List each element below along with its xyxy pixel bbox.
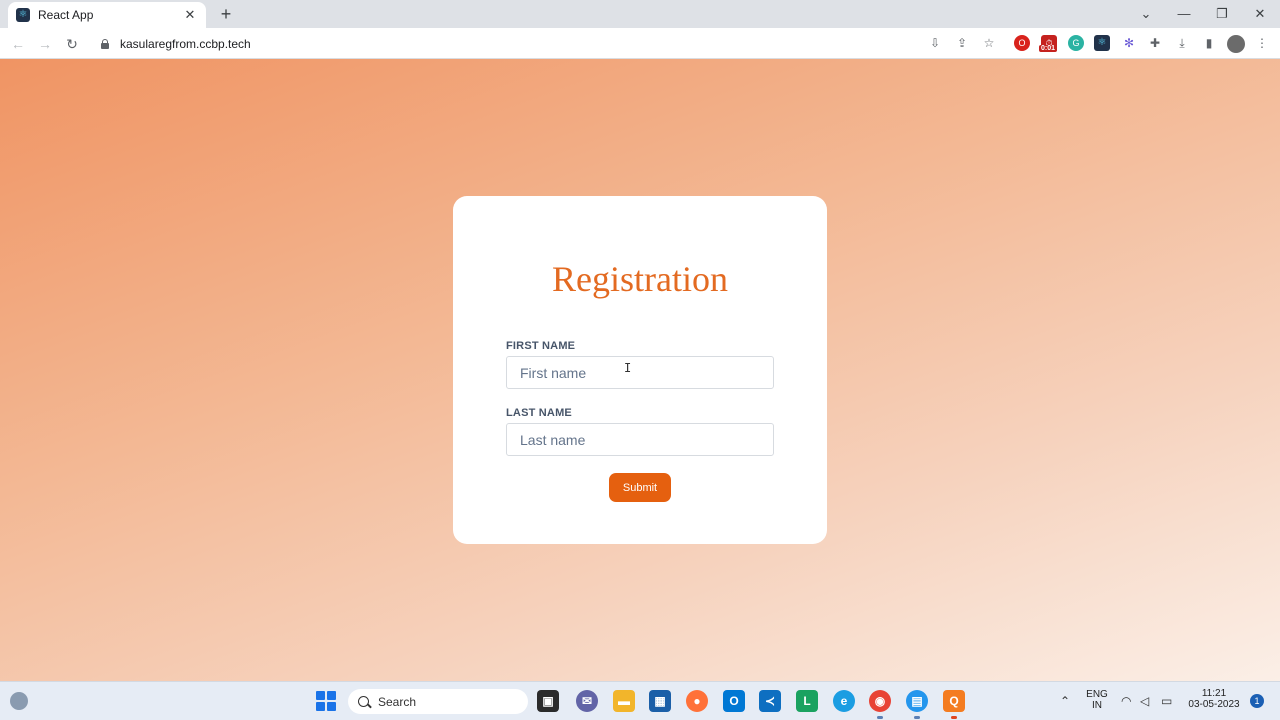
opera-extension-icon[interactable]: O xyxy=(1014,35,1030,51)
microsoft-store-icon[interactable]: ▦ xyxy=(649,690,671,712)
react-favicon-icon: ⚛ xyxy=(16,8,30,22)
browser-tab-strip: ⚛ React App ✕ + ⌄ — ❐ ✕ xyxy=(0,0,1280,28)
clock[interactable]: 11:21 03-05-2023 xyxy=(1183,688,1245,710)
clock-time: 11:21 xyxy=(1201,688,1227,699)
chrome-active-indicator xyxy=(877,716,883,719)
submit-button[interactable]: Submit xyxy=(609,473,671,502)
react-devtools-icon[interactable]: ⚛ xyxy=(1094,35,1110,51)
taskbar-search-label: Search xyxy=(378,694,417,709)
docker-icon[interactable]: ▤ xyxy=(906,690,928,712)
install-app-icon[interactable]: ⇩ xyxy=(927,35,943,51)
firefox-icon[interactable]: ● xyxy=(686,690,708,712)
extensions-puzzle-icon[interactable]: ✚ xyxy=(1147,35,1163,51)
vscode-icon[interactable]: ≺ xyxy=(759,690,781,712)
start-button[interactable] xyxy=(316,691,336,711)
notification-badge[interactable]: 1 xyxy=(1250,694,1264,708)
outlook-icon[interactable]: O xyxy=(723,690,745,712)
browser-menu-icon[interactable]: ⋮ xyxy=(1254,35,1270,51)
volume-icon[interactable]: ◁ xyxy=(1140,694,1149,708)
forward-button[interactable]: → xyxy=(34,33,56,55)
restore-button[interactable]: ❐ xyxy=(1203,0,1241,28)
form-heading: Registration xyxy=(552,259,728,299)
q-app-active-indicator xyxy=(951,716,957,719)
show-hidden-icons-chevron-icon[interactable]: ⌃ xyxy=(1060,694,1070,708)
downloads-icon[interactable]: ⤓ xyxy=(1174,35,1190,51)
grammar-extension-icon[interactable]: G xyxy=(1068,35,1084,51)
chat-icon[interactable]: ✉ xyxy=(576,690,598,712)
timer-badge: 0:01 xyxy=(1039,45,1058,52)
page-background: Registration FIRST NAME LAST NAME Submit xyxy=(0,59,1280,681)
task-view-icon[interactable]: ▣ xyxy=(537,690,559,712)
l-app-icon[interactable]: L xyxy=(796,690,818,712)
lock-icon xyxy=(100,39,110,49)
browser-toolbar: ← → ↻ kasularegfrom.ccbp.tech ⇩ ⇪ ☆ O ⏱ … xyxy=(0,28,1280,59)
last-name-label: LAST NAME xyxy=(506,407,572,419)
tab-title: React App xyxy=(38,8,94,22)
docker-active-indicator xyxy=(914,716,920,719)
clock-date: 03-05-2023 xyxy=(1188,699,1240,710)
close-tab-icon[interactable]: ✕ xyxy=(182,7,198,23)
language-code: ENG xyxy=(1086,689,1108,700)
file-explorer-icon[interactable]: ▬ xyxy=(613,690,635,712)
wifi-icon[interactable]: ◠ xyxy=(1121,694,1131,708)
tab-search-chevron-icon[interactable]: ⌄ xyxy=(1127,0,1165,28)
back-button[interactable]: ← xyxy=(7,33,29,55)
search-icon xyxy=(358,696,369,707)
text-cursor-icon: I xyxy=(624,361,632,375)
weather-widget-icon[interactable] xyxy=(10,692,28,710)
edge-icon[interactable]: e xyxy=(833,690,855,712)
taskbar: Search ▣ ✉ ▬ ▦ ● O ≺ L e ◉ ▤ Q ⌃ ENG IN … xyxy=(0,681,1280,720)
last-name-input[interactable] xyxy=(506,423,774,456)
address-bar[interactable]: kasularegfrom.ccbp.tech xyxy=(90,32,1010,56)
url-text: kasularegfrom.ccbp.tech xyxy=(120,37,251,51)
language-indicator[interactable]: ENG IN xyxy=(1084,689,1110,711)
share-icon[interactable]: ⇪ xyxy=(954,35,970,51)
first-name-label: FIRST NAME xyxy=(506,340,576,352)
browser-tab[interactable]: ⚛ React App ✕ xyxy=(8,2,206,28)
q-app-icon[interactable]: Q xyxy=(943,690,965,712)
new-tab-button[interactable]: + xyxy=(216,4,236,24)
side-panel-icon[interactable]: ▮ xyxy=(1201,35,1217,51)
reload-button[interactable]: ↻ xyxy=(61,33,83,55)
region-code: IN xyxy=(1092,700,1102,711)
chrome-icon[interactable]: ◉ xyxy=(869,690,891,712)
taskbar-search[interactable]: Search xyxy=(348,689,528,714)
minimize-button[interactable]: — xyxy=(1165,0,1203,28)
close-window-button[interactable]: ✕ xyxy=(1241,0,1279,28)
registration-card: Registration FIRST NAME LAST NAME Submit xyxy=(453,196,827,544)
bookmark-star-icon[interactable]: ☆ xyxy=(981,35,997,51)
battery-icon[interactable]: ▭ xyxy=(1161,694,1172,708)
profile-avatar[interactable] xyxy=(1227,35,1245,53)
first-name-input[interactable] xyxy=(506,356,774,389)
settings-extension-icon[interactable]: ✻ xyxy=(1121,35,1137,51)
